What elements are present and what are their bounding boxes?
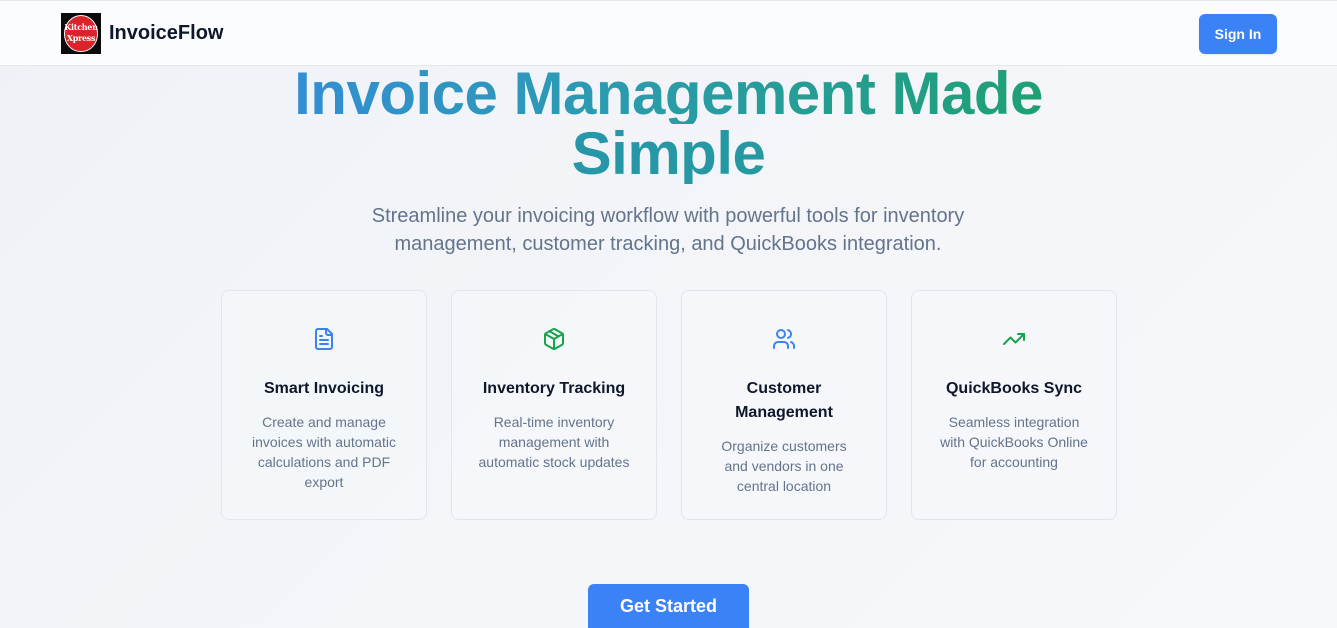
logo-text-line2: Xpress [66, 33, 96, 43]
logo-text-line1: Kitchen [64, 22, 98, 32]
get-started-button[interactable]: Get Started [588, 584, 749, 628]
hero-title-line1: Invoice Management Made [0, 64, 1337, 124]
feature-description: Organize customers and vendors in one ce… [721, 438, 847, 494]
hero-subtitle-line1: Streamline your invoicing workflow with … [371, 205, 965, 227]
hero-title-line2: Simple [0, 124, 1337, 184]
kitchen-xpress-logo: Kitchen Xpress [61, 13, 101, 54]
hero-title: Invoice Management Made Simple [0, 64, 1337, 184]
feature-description: Create and manage invoices with automati… [252, 414, 396, 490]
feature-description: Seamless integration with QuickBooks Onl… [940, 414, 1088, 470]
package-icon [452, 327, 656, 351]
feature-description: Real-time inventory management with auto… [478, 414, 630, 470]
brand-name: InvoiceFlow [109, 22, 224, 44]
feature-card-smart-invoicing: Smart Invoicing Create and manage invoic… [221, 290, 427, 520]
feature-card-quickbooks-sync: QuickBooks Sync Seamless integration wit… [911, 290, 1117, 520]
hero-subtitle-line2: management, customer tracking, and Quick… [394, 233, 942, 255]
feature-card-inventory-tracking: Inventory Tracking Real-time inventory m… [451, 290, 657, 520]
top-navbar: Kitchen Xpress InvoiceFlow Sign In [0, 0, 1337, 66]
feature-title: Smart Invoicing [263, 380, 385, 397]
users-icon [682, 327, 886, 351]
feature-card-customer-management: Customer Management Organize customers a… [681, 290, 887, 520]
feature-title: QuickBooks Sync [945, 380, 1083, 397]
feature-title: Inventory Tracking [482, 380, 626, 397]
sign-in-button[interactable]: Sign In [1199, 14, 1277, 54]
hero-subtitle: Streamline your invoicing workflow with … [318, 202, 1018, 258]
feature-title: Customer Management [735, 380, 833, 421]
trending-up-icon [912, 327, 1116, 351]
brand[interactable]: Kitchen Xpress InvoiceFlow [61, 13, 223, 54]
document-icon [222, 327, 426, 351]
